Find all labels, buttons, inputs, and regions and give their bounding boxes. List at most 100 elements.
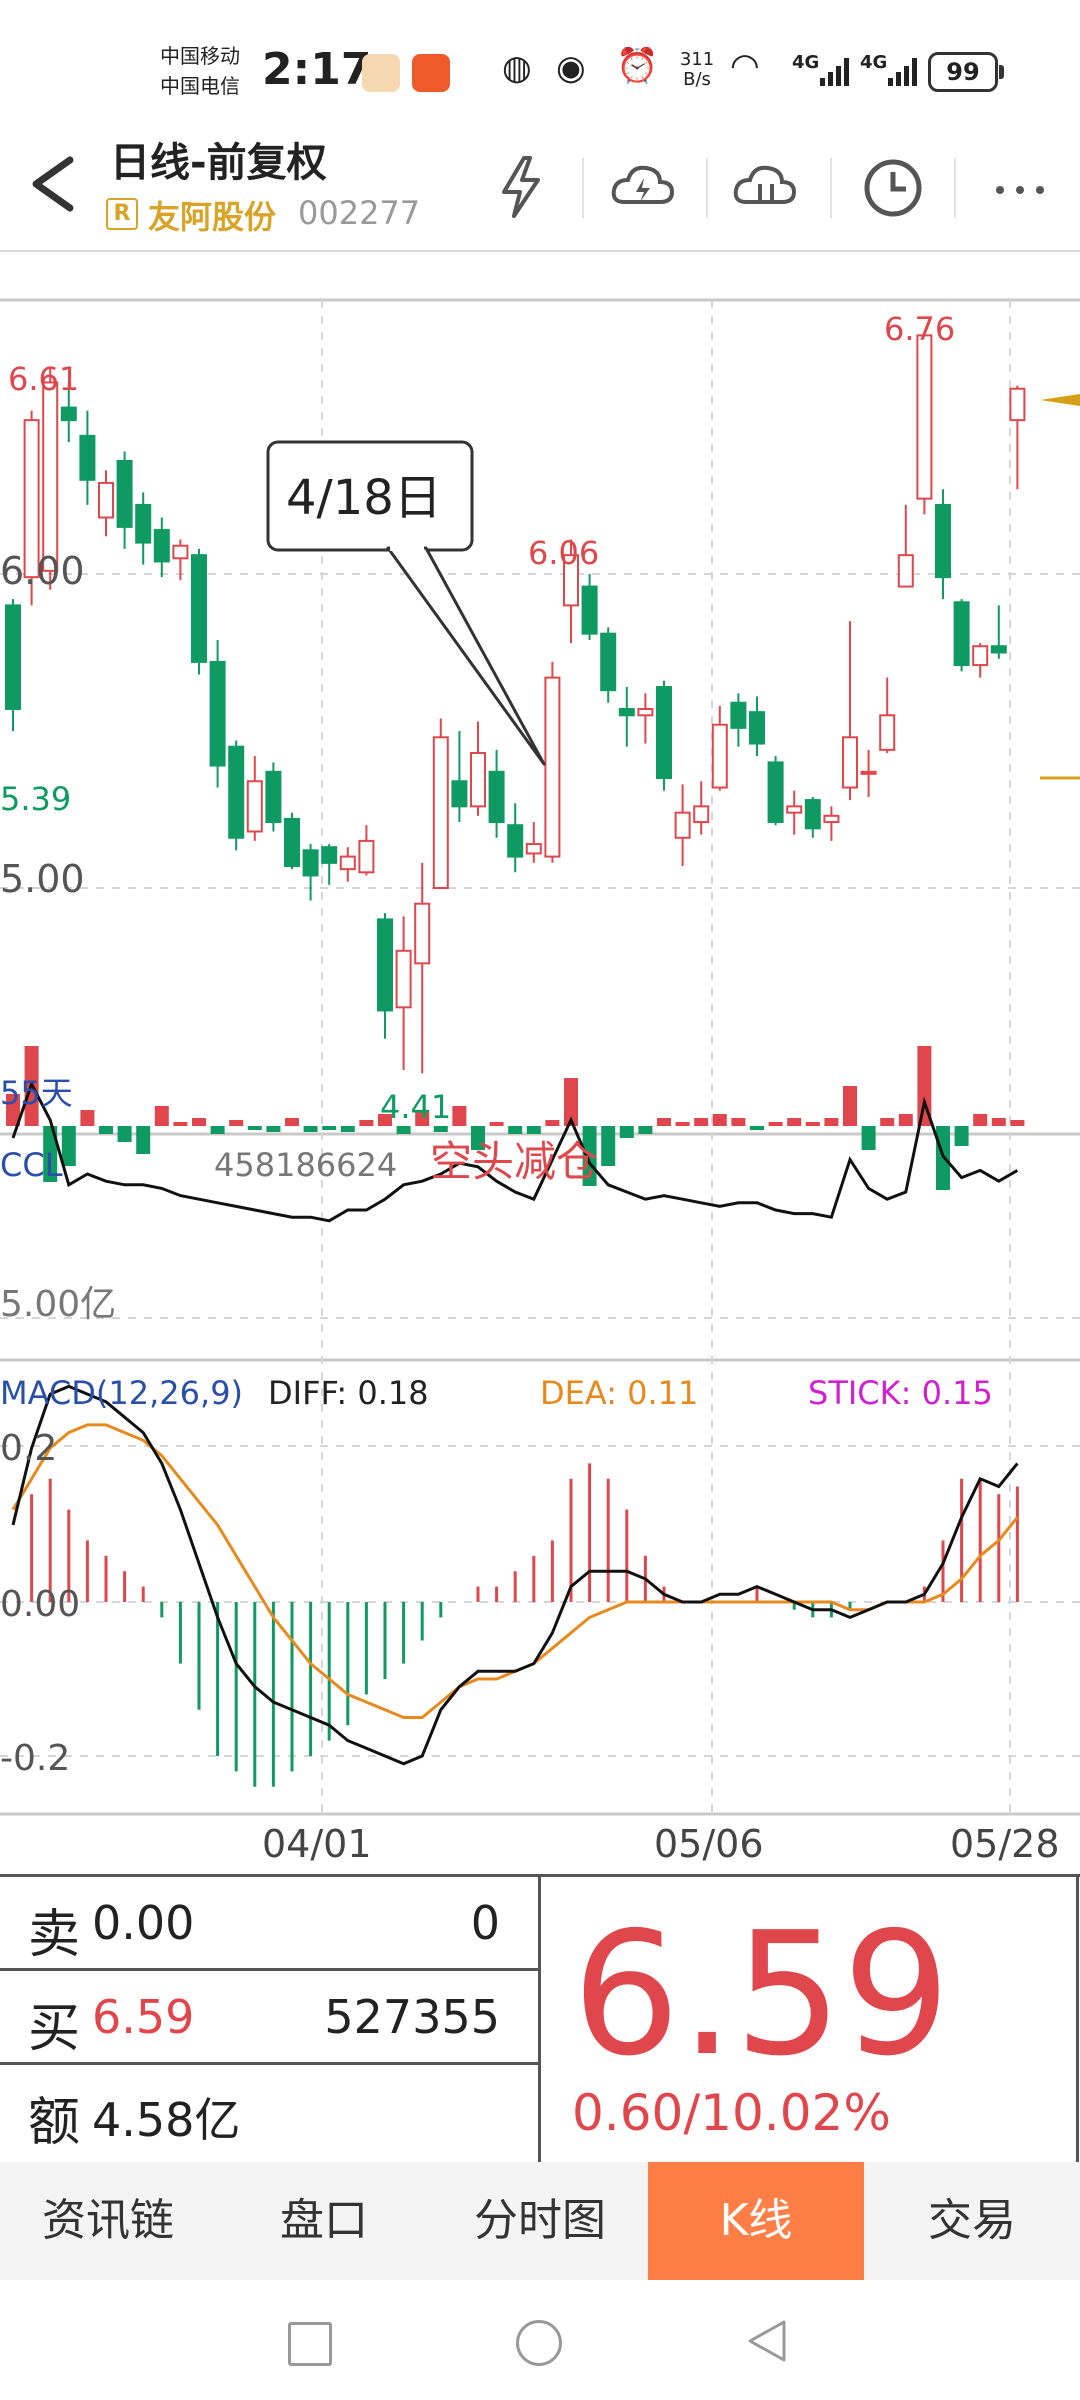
candle-body [98,481,114,519]
ccl-bar [991,1118,1006,1126]
candle-body [804,799,821,830]
date-axis-3: 05/28 [950,1822,1060,1866]
ccl-bar [433,1126,448,1132]
amount-value: 4.58亿 [92,2093,241,2147]
header-bar: 日线-前复权 R 友阿股份 002277 [0,118,1080,252]
candle-body [935,503,951,579]
ccl-bar [880,1118,895,1126]
ccl-status: 空头减仓 [430,1137,598,1186]
ccl-bar [657,1118,671,1126]
candle-body [823,814,840,824]
tab-news-chain[interactable]: 资讯链 [0,2162,216,2280]
buy-row[interactable]: 买 6.59 527355 [0,1968,540,2065]
kline-chart-svg[interactable]: 6.61 6.00 5.39 5.00 4.41 6.06 6.76 55天 4… [0,296,1080,1869]
cloud-sync-icon[interactable] [608,152,678,222]
ccl-bar [619,1126,634,1138]
candle-body [191,554,207,663]
ccl-bar [285,1118,299,1126]
ccl-bar [359,1120,374,1126]
label-high: 6.76 [884,310,955,348]
candle-body [135,503,152,544]
more-icon[interactable] [986,152,1056,222]
candle-body [507,824,524,858]
ccl-bar [712,1114,727,1126]
candle-body [674,811,691,839]
ccl-bar [526,1126,541,1134]
ccl-bar [768,1122,783,1126]
recent-apps-button[interactable] [288,2322,332,2366]
carrier-2: 中国电信 [160,74,240,98]
stock-name: 友阿股份 [148,198,277,236]
candle-body [637,708,654,717]
candle-body [749,711,765,745]
ccl-value: 458186624 [214,1146,397,1184]
net-speed-value: 311 [679,49,715,70]
battery-icon: 99 [928,52,1004,92]
candle-body [153,529,170,563]
candle-body [786,805,803,814]
ccl-axis: 5.00亿 [0,1284,116,1325]
ccl-bar [136,1126,151,1154]
candle-body [414,902,431,965]
candle-body [693,805,710,824]
quote-right-border [1076,1874,1079,2162]
candle-body [656,686,672,780]
candle-body [358,839,375,874]
buy-label: 买 [28,1999,81,2059]
stock-badge: R [106,198,138,230]
clock-icon[interactable] [858,152,928,222]
tab-intraday[interactable]: 分时图 [432,2162,648,2280]
amount-label: 额 [28,2093,81,2153]
ccl-bar [322,1126,337,1130]
last-price: 6.59 [572,1896,951,2094]
lightning-icon[interactable] [486,152,556,222]
ccl-bar [843,1086,857,1126]
candle-body [116,459,133,528]
ccl-bar [898,1114,913,1126]
label-mid-high: 6.06 [528,534,599,572]
ccl-bar [601,1126,616,1166]
ccl-bar [861,1126,876,1150]
ccl-bar [154,1106,169,1126]
candle-body [432,736,449,889]
candle-body [60,406,77,422]
home-button[interactable] [516,2320,562,2366]
back-icon[interactable] [26,154,82,214]
ccl-bar [61,1126,76,1166]
ccl-bar [192,1118,206,1126]
app-notification-icon-2 [412,54,450,92]
ccl-bar [787,1118,802,1126]
signal-bars-icon-2 [888,58,918,86]
candle-body [246,780,263,833]
ccl-bar [80,1110,95,1126]
tab-trade[interactable]: 交易 [864,2162,1080,2280]
ccl-bar [396,1126,411,1134]
ccl-bar [954,1126,969,1146]
candle-body [209,660,226,767]
back-button[interactable] [744,2318,790,2364]
ccl-bar [824,1118,839,1126]
ccl-bar [675,1122,690,1126]
candle-body [730,701,747,729]
buy-volume: 527355 [324,1990,500,2044]
app-notification-icon [362,54,400,92]
ccl-bar [99,1126,113,1134]
tab-kline[interactable]: K线 [648,2162,864,2280]
sell-volume: 0 [470,1896,500,1950]
candle-body [711,723,728,789]
carrier-1: 中国移动 [160,44,240,68]
macd-diff-label: DIFF: 0.18 [268,1374,429,1412]
header-divider-2 [706,158,708,218]
candle-body [544,676,561,858]
sell-row[interactable]: 卖 0.00 0 [0,1874,540,1971]
header-divider-3 [830,158,832,218]
macd-stick-label: STICK: 0.15 [808,1374,993,1412]
eye-icon: ◉ [556,48,586,88]
net-speed-unit: B/s [683,69,711,90]
tab-order-book[interactable]: 盘口 [216,2162,432,2280]
kline-chart[interactable]: 6.61 6.00 5.39 5.00 4.41 6.06 6.76 55天 4… [0,296,1080,1869]
ccl-bar [229,1120,244,1126]
annotation-text: 4/18日 [286,470,442,526]
data-saver-icon: ◍ [502,48,532,88]
cloud-upload-icon[interactable] [730,152,800,222]
